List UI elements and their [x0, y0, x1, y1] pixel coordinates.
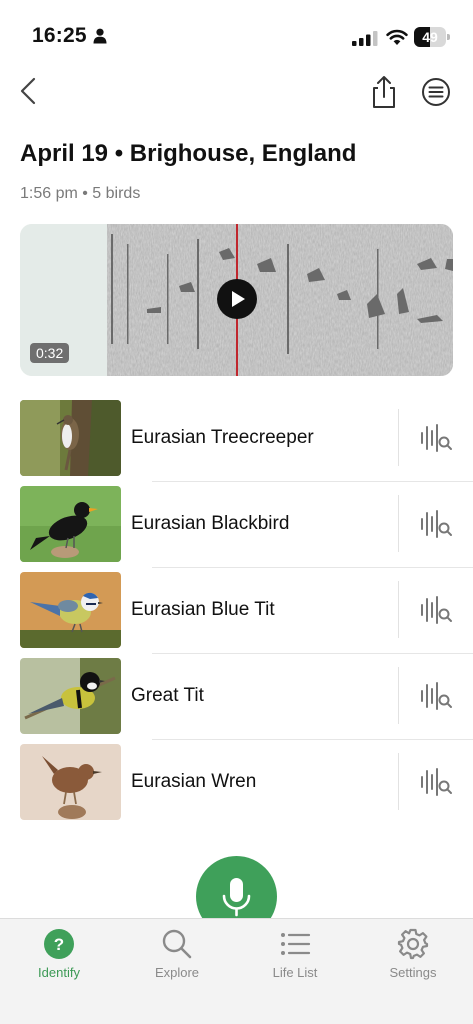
blackbird-photo [20, 486, 121, 562]
species-name: Great Tit [131, 685, 204, 706]
status-time: 16:25 [32, 24, 87, 47]
tab-explore[interactable]: Explore [118, 919, 236, 999]
sound-search-icon[interactable] [418, 767, 454, 797]
search-icon [162, 929, 192, 959]
species-name: Eurasian Blue Tit [131, 599, 275, 620]
list-item[interactable]: Eurasian Blue Tit [0, 568, 473, 654]
back-chevron-icon[interactable] [14, 74, 44, 108]
spectrogram-image [107, 224, 453, 376]
list-item[interactable]: Eurasian Blackbird [0, 482, 473, 568]
gear-icon [397, 928, 429, 960]
list-icon [281, 933, 311, 955]
wren-photo [20, 744, 121, 820]
species-name: Eurasian Wren [131, 771, 257, 792]
svg-text:?: ? [54, 935, 64, 954]
list-item[interactable]: Eurasian Wren [0, 740, 473, 826]
page-title: April 19 • Brighouse, England [20, 140, 357, 167]
recording-subtitle: 1:56 pm • 5 birds [20, 185, 141, 202]
share-icon[interactable] [368, 74, 400, 110]
list-item[interactable]: Eurasian Treecreeper [0, 396, 473, 482]
tab-label: Life List [272, 965, 318, 980]
battery-percent: 49 [422, 29, 438, 45]
battery-indicator: 49 [414, 27, 450, 47]
tab-settings[interactable]: Settings [354, 919, 472, 999]
species-list: Eurasian Treecreeper Eurasian Blackbird [0, 396, 473, 826]
treecreeper-photo [20, 400, 121, 476]
sound-search-icon[interactable] [418, 423, 454, 453]
tab-label: Explore [154, 965, 200, 980]
spectrogram-player[interactable]: 0:32 [20, 224, 453, 376]
species-name: Eurasian Blackbird [131, 513, 290, 534]
wifi-icon [386, 29, 408, 45]
play-icon [232, 291, 245, 307]
tab-life-list[interactable]: Life List [236, 919, 354, 999]
tab-bar: ? Identify Explore Life List Settings [0, 918, 473, 1024]
person-icon [93, 28, 107, 44]
tab-label: Identify [38, 965, 80, 980]
list-item[interactable]: Great Tit [0, 654, 473, 740]
great-tit-photo [20, 658, 121, 734]
cellular-signal-icon [352, 31, 378, 46]
blue-tit-photo [20, 572, 121, 648]
play-button[interactable] [217, 279, 257, 319]
question-icon: ? [44, 929, 74, 959]
duration-badge: 0:32 [30, 343, 70, 363]
status-bar: 16:25 49 [0, 0, 473, 62]
species-name: Eurasian Treecreeper [131, 427, 314, 448]
sound-search-icon[interactable] [418, 681, 454, 711]
tab-identify[interactable]: ? Identify [0, 919, 118, 999]
sound-search-icon[interactable] [418, 595, 454, 625]
sound-search-icon[interactable] [418, 509, 454, 539]
menu-icon[interactable] [420, 76, 452, 108]
tab-label: Settings [389, 965, 437, 980]
